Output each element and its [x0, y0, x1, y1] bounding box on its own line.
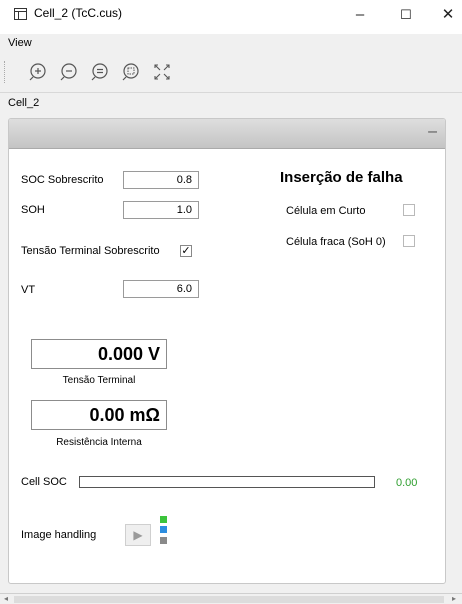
terminal-voltage-caption: Tensão Terminal — [62, 375, 136, 386]
tension-override-checkbox[interactable]: ✓ — [180, 245, 192, 257]
zoom-in-icon[interactable] — [28, 62, 48, 82]
weak-cell-checkbox[interactable] — [403, 235, 415, 247]
window-icon — [14, 8, 27, 20]
play-button[interactable]: ▶ — [125, 524, 151, 546]
status-square-gray — [160, 537, 167, 544]
internal-resistance-caption: Resistência Interna — [56, 437, 142, 448]
cell-tab-bar: Cell_2 — [0, 92, 462, 115]
panel-header: – — [9, 119, 445, 149]
weak-cell-label: Célula fraca (SoH 0) — [286, 236, 386, 248]
panel-minimize-button[interactable]: – — [428, 123, 437, 141]
zoom-fit-icon[interactable] — [121, 62, 141, 82]
internal-resistance-display: 0.00 mΩ — [31, 400, 167, 430]
vt-field[interactable]: 6.0 — [123, 280, 199, 298]
zoom-reset-icon[interactable] — [90, 62, 110, 82]
title-bar: Cell_2 (TcC.cus) – ☐ ✕ — [0, 0, 462, 34]
toolbar — [0, 53, 462, 91]
maximize-button[interactable]: ☐ — [388, 2, 424, 28]
menu-view[interactable]: View — [8, 37, 32, 49]
soc-override-label: SOC Sobrescrito — [21, 174, 104, 186]
cell-soc-progress — [79, 476, 375, 488]
soh-label: SOH — [21, 204, 45, 216]
cell-tab[interactable]: Cell_2 — [8, 97, 39, 109]
close-button[interactable]: ✕ — [430, 2, 462, 28]
cell-panel: – SOC Sobrescrito 0.8 SOH 1.0 Tensão Ter… — [8, 118, 446, 584]
soc-override-field[interactable]: 0.8 — [123, 171, 199, 189]
short-cell-label: Célula em Curto — [286, 205, 366, 217]
menu-bar: View — [0, 34, 462, 53]
short-cell-checkbox[interactable] — [403, 204, 415, 216]
cell-soc-label: Cell SOC — [21, 476, 67, 488]
horizontal-scrollbar[interactable]: ◂ ▸ — [0, 593, 462, 604]
vt-label: VT — [21, 284, 36, 296]
zoom-out-icon[interactable] — [59, 62, 79, 82]
soh-field[interactable]: 1.0 — [123, 201, 199, 219]
scroll-right-icon[interactable]: ▸ — [452, 594, 456, 603]
image-handling-label: Image handling — [21, 529, 97, 541]
scroll-left-icon[interactable]: ◂ — [4, 594, 8, 603]
cell-soc-value: 0.00 — [396, 477, 418, 489]
fullscreen-icon[interactable] — [152, 62, 172, 82]
status-square-green — [160, 516, 167, 523]
scrollbar-thumb[interactable] — [14, 596, 444, 603]
tension-override-label: Tensão Terminal Sobrescrito — [21, 245, 160, 257]
toolbar-grip-icon[interactable] — [4, 61, 7, 83]
minimize-button[interactable]: – — [342, 2, 378, 28]
status-square-blue — [160, 526, 167, 533]
window-title: Cell_2 (TcC.cus) — [34, 6, 123, 20]
fault-insertion-heading: Inserção de falha — [280, 169, 403, 186]
terminal-voltage-display: 0.000 V — [31, 339, 167, 369]
